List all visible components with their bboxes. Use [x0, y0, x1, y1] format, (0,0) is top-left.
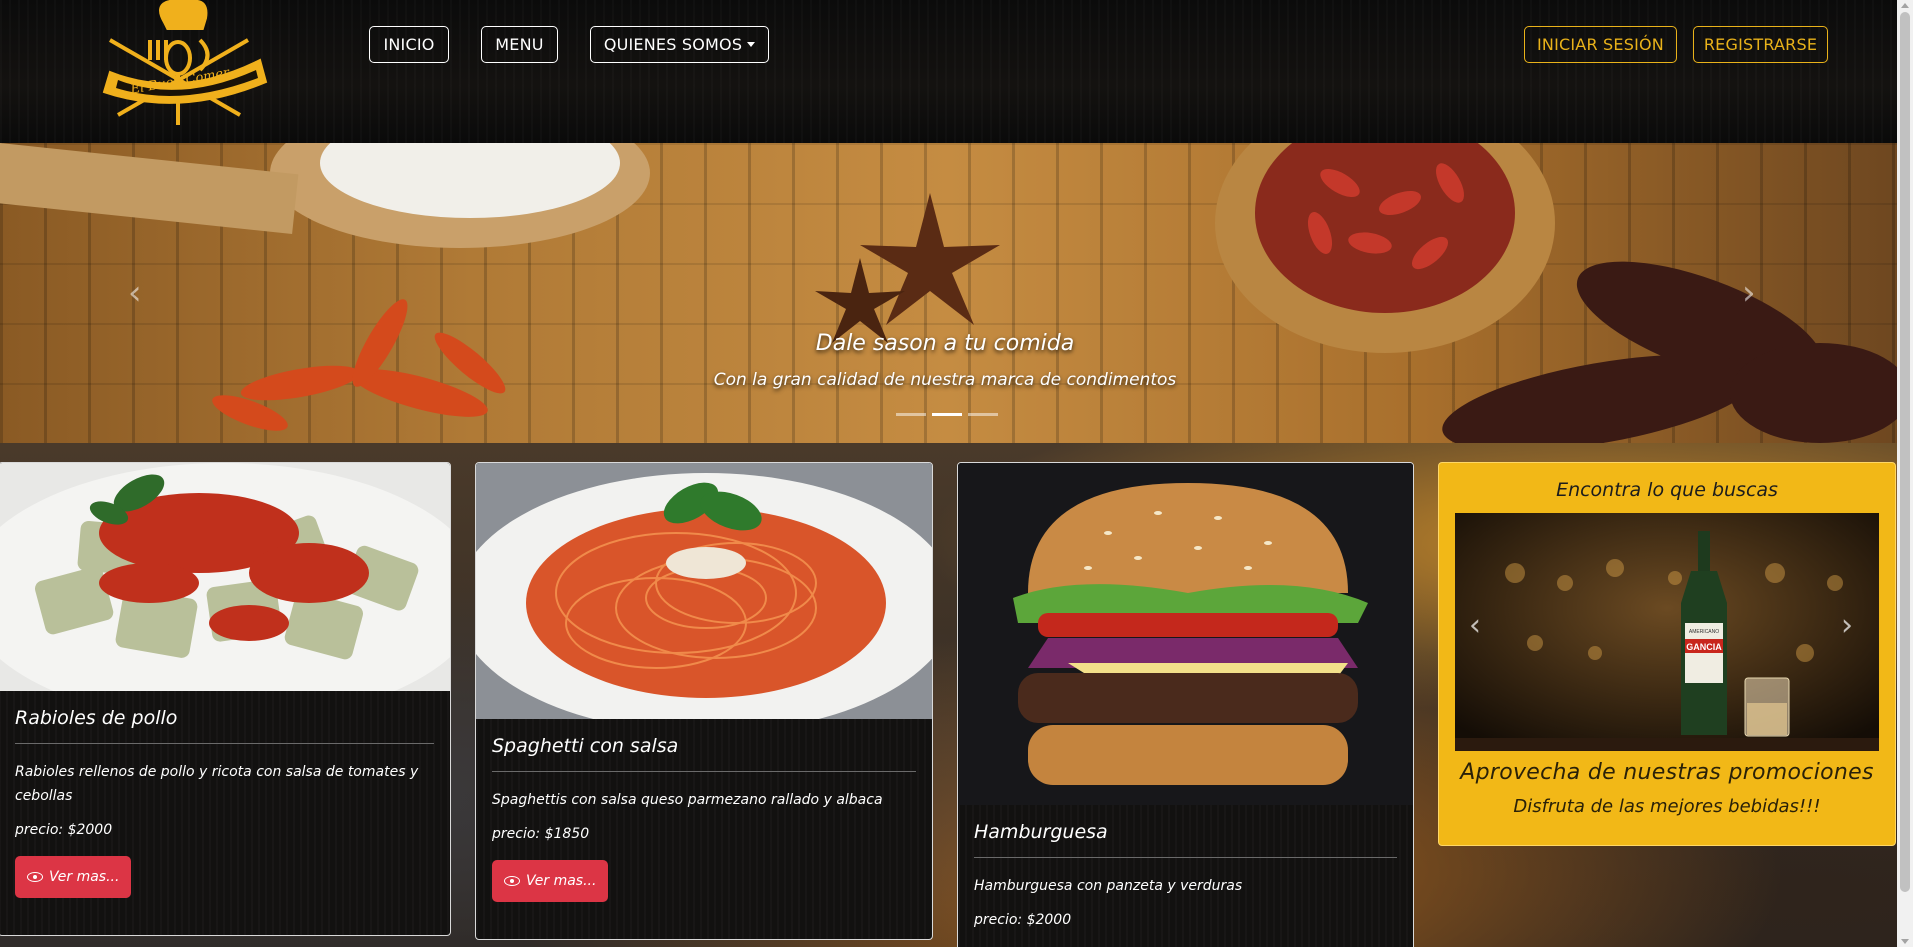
- chef-logo-icon[interactable]: [70, 0, 288, 130]
- nav-menu-button[interactable]: MENU: [481, 26, 558, 63]
- card-description: Rabioles rellenos de pollo y ricota con …: [15, 764, 419, 804]
- eye-icon: [27, 872, 43, 882]
- hero-indicators: [896, 413, 998, 416]
- bottle-label-top: AMERICANO: [1689, 629, 1719, 635]
- food-card-rabioles: Rabioles de pollo Rabioles rellenos de p…: [0, 462, 451, 936]
- spaghetti-image: [476, 463, 932, 719]
- promo-carousel: AMERICANO GANCIA ‹ ›: [1455, 513, 1879, 751]
- scroll-up-icon[interactable]: [1901, 3, 1909, 8]
- card-description: Spaghettis con salsa queso parmezano ral…: [492, 792, 883, 808]
- register-button[interactable]: REGISTRARSE: [1693, 26, 1828, 63]
- divider: [492, 771, 916, 772]
- promo-subtitle: Disfruta de las mejores bebidas!!!: [1513, 796, 1821, 817]
- divider: [974, 857, 1397, 858]
- nav-inicio-button[interactable]: INICIO: [369, 26, 449, 63]
- hero-indicator[interactable]: [968, 413, 998, 416]
- promo-card: Encontra lo que buscas AMERICANO GANCIA: [1438, 462, 1896, 846]
- hero-indicator-active[interactable]: [932, 413, 962, 416]
- hero-title: Dale sason a tu comida: [815, 331, 1075, 356]
- ver-mas-label: Ver mas...: [49, 869, 120, 885]
- ver-mas-label: Ver mas...: [526, 873, 597, 889]
- food-card-spaghetti: Spaghetti con salsa Spaghettis con salsa…: [475, 462, 933, 940]
- promo-heading: Encontra lo que buscas: [1556, 479, 1778, 501]
- divider: [15, 743, 434, 744]
- hero-next-arrow-icon[interactable]: ›: [1742, 273, 1756, 313]
- scrollbar-thumb[interactable]: [1900, 12, 1910, 892]
- ver-mas-button[interactable]: Ver mas...: [492, 860, 609, 902]
- hero-indicator[interactable]: [896, 413, 926, 416]
- chevron-down-icon: [747, 42, 756, 47]
- nav-quienes-somos-dropdown[interactable]: QUIENES SOMOS: [590, 26, 769, 63]
- rabioles-image: [0, 463, 450, 691]
- hero-subtitle: Con la gran calidad de nuestra marca de …: [713, 370, 1177, 390]
- card-price: precio: $2000: [974, 912, 1072, 928]
- bottle-image: AMERICANO GANCIA: [1455, 513, 1879, 751]
- spices-image: [0, 143, 1897, 443]
- promo-prev-arrow-icon[interactable]: ‹: [1469, 608, 1481, 643]
- card-price: precio: $2000: [15, 822, 113, 838]
- hamburguesa-image: [958, 463, 1413, 805]
- scroll-down-icon[interactable]: [1901, 939, 1909, 944]
- eye-icon: [504, 876, 520, 886]
- navbar: El Buen Comer INICIO MENU QUIENES SOMOS …: [0, 0, 1897, 143]
- hero-prev-arrow-icon[interactable]: ‹: [128, 273, 142, 313]
- card-price: precio: $1850: [492, 826, 590, 842]
- food-card-hamburguesa: Hamburguesa Hamburguesa con panzeta y ve…: [957, 462, 1414, 947]
- login-button[interactable]: INICIAR SESIÓN: [1524, 26, 1677, 63]
- page-scrollbar[interactable]: [1897, 0, 1913, 947]
- hero-carousel: ‹ › Dale sason a tu comida Con la gran c…: [0, 143, 1897, 443]
- ver-mas-button[interactable]: Ver mas...: [15, 856, 132, 898]
- card-title: Spaghetti con salsa: [492, 735, 679, 757]
- bottle-label: GANCIA: [1686, 642, 1722, 652]
- quienes-somos-label: QUIENES SOMOS: [603, 35, 743, 54]
- promo-title: Aprovecha de nuestras promociones: [1460, 760, 1874, 785]
- card-description: Hamburguesa con panzeta y verduras: [974, 878, 1243, 894]
- promo-next-arrow-icon[interactable]: ›: [1841, 608, 1853, 643]
- card-title: Rabioles de pollo: [15, 707, 178, 729]
- card-title: Hamburguesa: [974, 821, 1108, 843]
